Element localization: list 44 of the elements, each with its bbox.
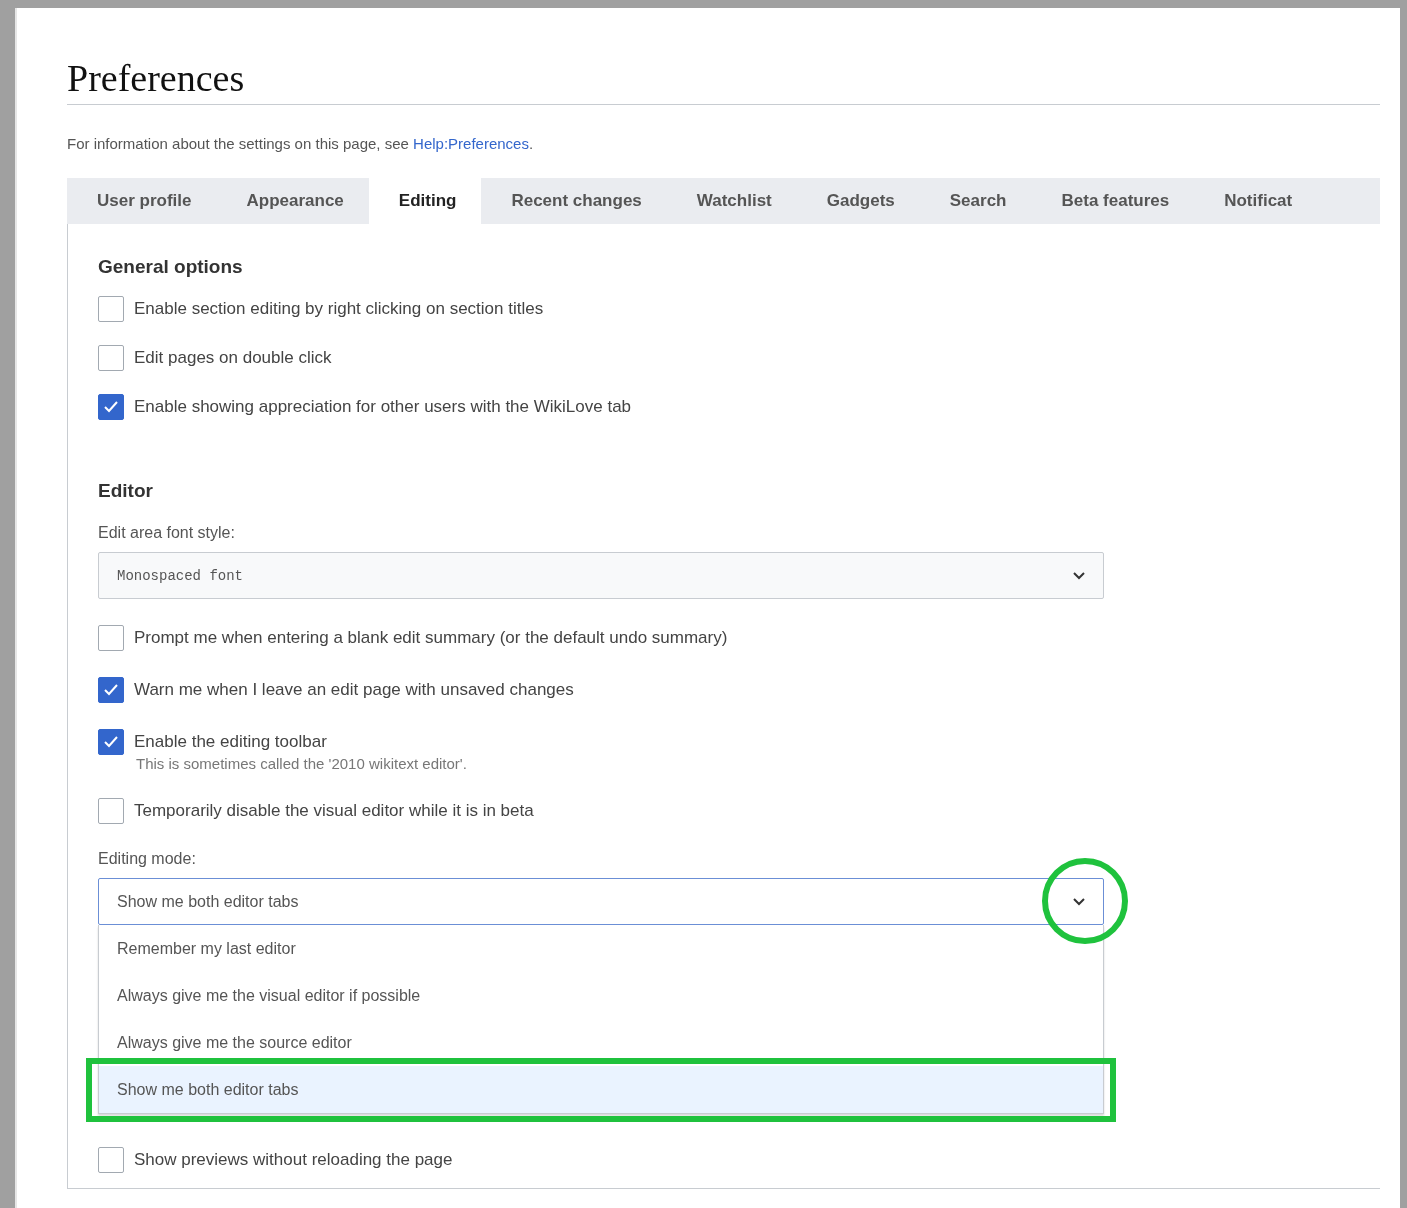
checkbox-label: Warn me when I leave an edit page with unsaved changes [134,679,574,701]
dropdown-option[interactable]: Always give me the source editor [99,1019,1103,1066]
dropdown[interactable]: Monospaced font [98,552,1104,599]
dropdown-option[interactable]: Show me both editor tabs [99,1066,1103,1113]
tab[interactable]: User profile [67,178,217,224]
intro-text: For information about the settings on this page, see Help:Preferences. [67,135,535,152]
dropdown[interactable]: Show me both editor tabs [98,878,1104,925]
checkbox[interactable] [98,1147,124,1173]
field-label: Editing mode: [98,850,197,868]
checkbox-label: Temporarily disable the visual editor while it is in beta [134,800,534,822]
page-title: Preferences [67,8,1380,105]
checkbox-label: Edit pages on double click [134,347,332,369]
hint-text: This is sometimes called the '2010 wikitext editor'. [136,755,468,772]
checkbox[interactable] [98,798,124,824]
checkbox[interactable] [98,625,124,651]
help-link[interactable]: Help:Preferences [413,135,529,152]
tab[interactable]: Notificat [1194,178,1318,224]
field-label: Edit area font style: [98,524,236,542]
checkbox[interactable] [98,296,124,322]
checkmark-icon [103,400,119,414]
checkmark-icon [103,735,119,749]
dropdown-option[interactable]: Remember my last editor [99,925,1103,972]
checkmark-icon [103,683,119,697]
checkbox[interactable] [98,677,124,703]
checkbox-label: Prompt me when entering a blank edit summary (or the default undo summary) [134,627,728,649]
section-heading: General options [98,256,244,278]
dropdown-option[interactable]: Always give me the visual editor if possible [99,972,1103,1019]
tab[interactable]: Editing [368,178,482,224]
tab[interactable]: Recent changes [481,178,667,224]
tab[interactable]: Watchlist [666,178,797,224]
checkbox-label: Show previews without reloading the page [134,1149,453,1171]
checkbox[interactable] [98,394,124,420]
checkbox[interactable] [98,345,124,371]
checkbox-label: Enable the editing toolbar [134,731,327,753]
section-heading: Editor [98,480,154,502]
chevron-down-icon [1073,897,1085,906]
checkbox[interactable] [98,729,124,755]
checkbox-label: Enable showing appreciation for other users with the WikiLove tab [134,396,632,418]
chevron-down-icon [1073,571,1085,580]
tab[interactable]: Gadgets [796,178,920,224]
tab[interactable]: Appearance [216,178,369,224]
tab[interactable]: Search [919,178,1032,224]
tab[interactable]: Beta features [1031,178,1195,224]
checkbox-label: Enable section editing by right clicking on section titles [134,298,544,320]
